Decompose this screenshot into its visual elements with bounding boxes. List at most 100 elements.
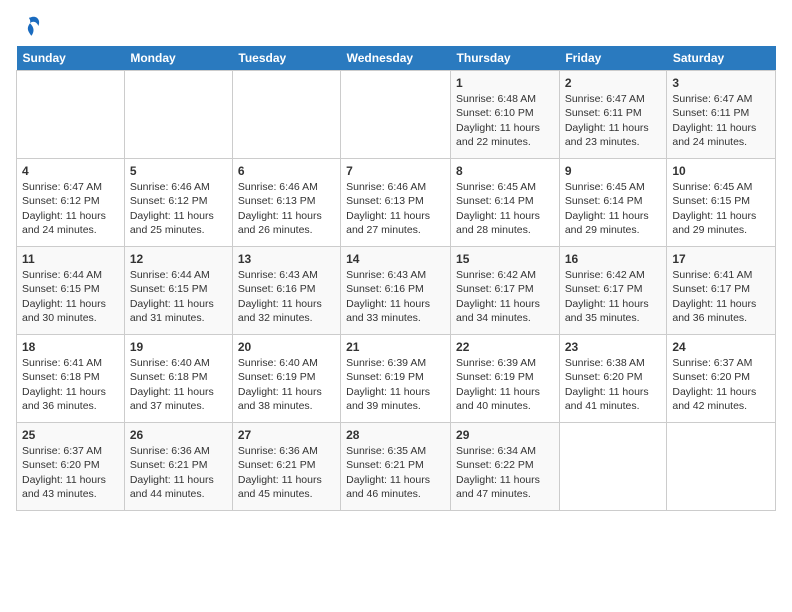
calendar-cell: 2 Sunrise: 6:47 AM Sunset: 6:11 PM Daylig… xyxy=(559,71,667,159)
day-info: Sunrise: 6:37 AM Sunset: 6:20 PM Dayligh… xyxy=(672,357,756,412)
calendar-cell xyxy=(124,71,232,159)
day-info: Sunrise: 6:43 AM Sunset: 6:16 PM Dayligh… xyxy=(346,269,430,324)
day-number: 27 xyxy=(238,427,335,443)
calendar-cell: 1 Sunrise: 6:48 AM Sunset: 6:10 PM Daylig… xyxy=(451,71,560,159)
calendar-cell xyxy=(559,423,667,511)
calendar-cell: 23 Sunrise: 6:38 AM Sunset: 6:20 PM Dayli… xyxy=(559,335,667,423)
calendar-cell: 17 Sunrise: 6:41 AM Sunset: 6:17 PM Dayli… xyxy=(667,247,776,335)
calendar-week-1: 1 Sunrise: 6:48 AM Sunset: 6:10 PM Daylig… xyxy=(17,71,776,159)
weekday-header-thursday: Thursday xyxy=(451,46,560,71)
calendar-cell: 6 Sunrise: 6:46 AM Sunset: 6:13 PM Daylig… xyxy=(232,159,340,247)
calendar-cell xyxy=(667,423,776,511)
calendar-week-2: 4 Sunrise: 6:47 AM Sunset: 6:12 PM Daylig… xyxy=(17,159,776,247)
day-number: 20 xyxy=(238,339,335,355)
calendar-cell: 4 Sunrise: 6:47 AM Sunset: 6:12 PM Daylig… xyxy=(17,159,125,247)
calendar-cell: 18 Sunrise: 6:41 AM Sunset: 6:18 PM Dayli… xyxy=(17,335,125,423)
day-info: Sunrise: 6:47 AM Sunset: 6:11 PM Dayligh… xyxy=(565,93,649,148)
day-number: 5 xyxy=(130,163,227,179)
day-info: Sunrise: 6:45 AM Sunset: 6:14 PM Dayligh… xyxy=(456,181,540,236)
day-info: Sunrise: 6:46 AM Sunset: 6:13 PM Dayligh… xyxy=(346,181,430,236)
calendar-cell xyxy=(232,71,340,159)
day-number: 6 xyxy=(238,163,335,179)
calendar-cell: 3Sunrise: 6:47 AM Sunset: 6:11 PM Daylig… xyxy=(667,71,776,159)
calendar-cell: 24 Sunrise: 6:37 AM Sunset: 6:20 PM Dayli… xyxy=(667,335,776,423)
calendar-cell: 28Sunrise: 6:35 AM Sunset: 6:21 PM Dayli… xyxy=(341,423,451,511)
day-info: Sunrise: 6:43 AM Sunset: 6:16 PM Dayligh… xyxy=(238,269,322,324)
day-info: Sunrise: 6:40 AM Sunset: 6:18 PM Dayligh… xyxy=(130,357,214,412)
calendar-cell xyxy=(341,71,451,159)
calendar-cell: 16 Sunrise: 6:42 AM Sunset: 6:17 PM Dayli… xyxy=(559,247,667,335)
logo xyxy=(16,12,48,40)
day-number: 14 xyxy=(346,251,445,267)
calendar-cell: 9Sunrise: 6:45 AM Sunset: 6:14 PM Daylig… xyxy=(559,159,667,247)
day-number: 17 xyxy=(672,251,770,267)
calendar-cell: 15 Sunrise: 6:42 AM Sunset: 6:17 PM Dayli… xyxy=(451,247,560,335)
day-info: Sunrise: 6:36 AM Sunset: 6:21 PM Dayligh… xyxy=(238,445,322,500)
day-info: Sunrise: 6:47 AM Sunset: 6:12 PM Dayligh… xyxy=(22,181,106,236)
calendar-week-3: 11 Sunrise: 6:44 AM Sunset: 6:15 PM Dayli… xyxy=(17,247,776,335)
calendar-cell: 12Sunrise: 6:44 AM Sunset: 6:15 PM Dayli… xyxy=(124,247,232,335)
day-number: 2 xyxy=(565,75,662,91)
weekday-header-friday: Friday xyxy=(559,46,667,71)
day-number: 23 xyxy=(565,339,662,355)
day-info: Sunrise: 6:42 AM Sunset: 6:17 PM Dayligh… xyxy=(565,269,649,324)
weekday-header-row: SundayMondayTuesdayWednesdayThursdayFrid… xyxy=(17,46,776,71)
calendar-page: SundayMondayTuesdayWednesdayThursdayFrid… xyxy=(0,0,792,519)
logo-icon xyxy=(16,12,44,40)
day-number: 18 xyxy=(22,339,119,355)
day-number: 7 xyxy=(346,163,445,179)
weekday-header-monday: Monday xyxy=(124,46,232,71)
day-number: 13 xyxy=(238,251,335,267)
day-number: 19 xyxy=(130,339,227,355)
page-header xyxy=(16,12,776,40)
day-number: 9 xyxy=(565,163,662,179)
calendar-cell: 27 Sunrise: 6:36 AM Sunset: 6:21 PM Dayli… xyxy=(232,423,340,511)
weekday-header-wednesday: Wednesday xyxy=(341,46,451,71)
day-info: Sunrise: 6:40 AM Sunset: 6:19 PM Dayligh… xyxy=(238,357,322,412)
day-info: Sunrise: 6:41 AM Sunset: 6:17 PM Dayligh… xyxy=(672,269,756,324)
day-number: 10 xyxy=(672,163,770,179)
day-number: 12 xyxy=(130,251,227,267)
calendar-cell: 19 Sunrise: 6:40 AM Sunset: 6:18 PM Dayli… xyxy=(124,335,232,423)
calendar-table: SundayMondayTuesdayWednesdayThursdayFrid… xyxy=(16,46,776,511)
day-info: Sunrise: 6:46 AM Sunset: 6:13 PM Dayligh… xyxy=(238,181,322,236)
day-number: 1 xyxy=(456,75,554,91)
calendar-cell: 26Sunrise: 6:36 AM Sunset: 6:21 PM Dayli… xyxy=(124,423,232,511)
calendar-week-4: 18 Sunrise: 6:41 AM Sunset: 6:18 PM Dayli… xyxy=(17,335,776,423)
day-info: Sunrise: 6:39 AM Sunset: 6:19 PM Dayligh… xyxy=(346,357,430,412)
day-info: Sunrise: 6:41 AM Sunset: 6:18 PM Dayligh… xyxy=(22,357,106,412)
calendar-cell: 13 Sunrise: 6:43 AM Sunset: 6:16 PM Dayli… xyxy=(232,247,340,335)
calendar-cell: 29Sunrise: 6:34 AM Sunset: 6:22 PM Dayli… xyxy=(451,423,560,511)
day-info: Sunrise: 6:42 AM Sunset: 6:17 PM Dayligh… xyxy=(456,269,540,324)
calendar-cell: 21 Sunrise: 6:39 AM Sunset: 6:19 PM Dayli… xyxy=(341,335,451,423)
day-info: Sunrise: 6:38 AM Sunset: 6:20 PM Dayligh… xyxy=(565,357,649,412)
calendar-cell: 10 Sunrise: 6:45 AM Sunset: 6:15 PM Dayli… xyxy=(667,159,776,247)
day-number: 25 xyxy=(22,427,119,443)
day-info: Sunrise: 6:36 AM Sunset: 6:21 PM Dayligh… xyxy=(130,445,214,500)
calendar-cell xyxy=(17,71,125,159)
day-info: Sunrise: 6:47 AM Sunset: 6:11 PM Dayligh… xyxy=(672,93,756,148)
calendar-cell: 7 Sunrise: 6:46 AM Sunset: 6:13 PM Daylig… xyxy=(341,159,451,247)
day-number: 15 xyxy=(456,251,554,267)
day-number: 21 xyxy=(346,339,445,355)
calendar-cell: 11 Sunrise: 6:44 AM Sunset: 6:15 PM Dayli… xyxy=(17,247,125,335)
day-number: 11 xyxy=(22,251,119,267)
day-number: 16 xyxy=(565,251,662,267)
calendar-cell: 22Sunrise: 6:39 AM Sunset: 6:19 PM Dayli… xyxy=(451,335,560,423)
day-number: 24 xyxy=(672,339,770,355)
day-number: 4 xyxy=(22,163,119,179)
day-number: 22 xyxy=(456,339,554,355)
day-info: Sunrise: 6:44 AM Sunset: 6:15 PM Dayligh… xyxy=(22,269,106,324)
day-info: Sunrise: 6:37 AM Sunset: 6:20 PM Dayligh… xyxy=(22,445,106,500)
day-info: Sunrise: 6:48 AM Sunset: 6:10 PM Dayligh… xyxy=(456,93,540,148)
calendar-week-5: 25 Sunrise: 6:37 AM Sunset: 6:20 PM Dayli… xyxy=(17,423,776,511)
calendar-cell: 25 Sunrise: 6:37 AM Sunset: 6:20 PM Dayli… xyxy=(17,423,125,511)
day-info: Sunrise: 6:45 AM Sunset: 6:15 PM Dayligh… xyxy=(672,181,756,236)
day-info: Sunrise: 6:35 AM Sunset: 6:21 PM Dayligh… xyxy=(346,445,430,500)
weekday-header-tuesday: Tuesday xyxy=(232,46,340,71)
day-info: Sunrise: 6:34 AM Sunset: 6:22 PM Dayligh… xyxy=(456,445,540,500)
calendar-cell: 5Sunrise: 6:46 AM Sunset: 6:12 PM Daylig… xyxy=(124,159,232,247)
weekday-header-saturday: Saturday xyxy=(667,46,776,71)
calendar-cell: 8Sunrise: 6:45 AM Sunset: 6:14 PM Daylig… xyxy=(451,159,560,247)
calendar-cell: 14 Sunrise: 6:43 AM Sunset: 6:16 PM Dayli… xyxy=(341,247,451,335)
